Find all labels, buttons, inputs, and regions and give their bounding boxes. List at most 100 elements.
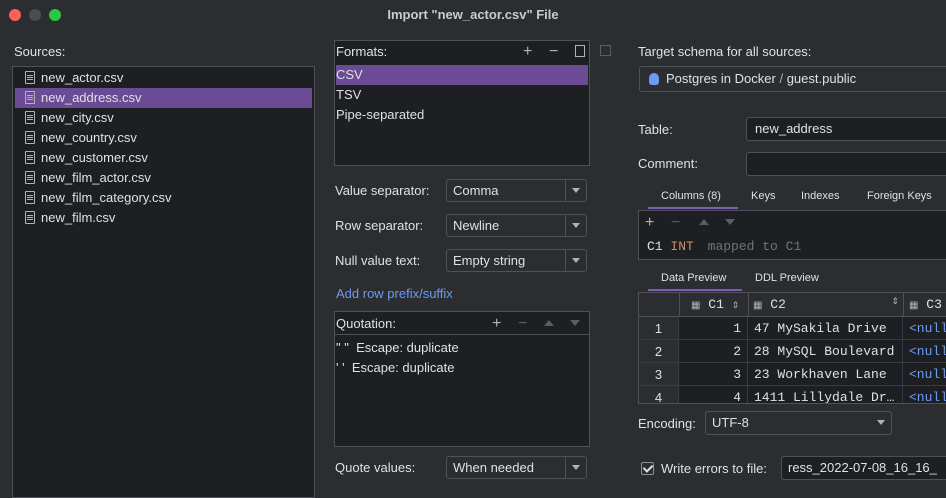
- file-icon: [25, 71, 35, 84]
- quote-values-label: Quote values:: [335, 460, 416, 475]
- row-number: 2: [639, 340, 679, 363]
- remove-icon: −: [671, 214, 681, 231]
- header-c1[interactable]: ▦ C1 ⇕: [691, 297, 739, 312]
- escape-text: Escape: duplicate: [356, 340, 459, 355]
- table-cell[interactable]: 4: [679, 386, 748, 403]
- file-icon: [25, 131, 35, 144]
- sources-list[interactable]: new_actor.csv new_address.csv new_city.csv…: [12, 66, 315, 498]
- value-separator-value: Comma: [453, 183, 499, 198]
- table-cell[interactable]: 2: [679, 340, 748, 363]
- format-item[interactable]: Pipe-separated: [336, 105, 588, 125]
- sources-label: Sources:: [14, 44, 66, 59]
- copy-icon[interactable]: [575, 45, 585, 57]
- value-separator-select[interactable]: Comma: [446, 179, 587, 202]
- source-item[interactable]: new_customer.csv: [15, 148, 312, 168]
- quote-chars: " ": [336, 340, 349, 355]
- table-cell[interactable]: 1: [679, 317, 748, 340]
- row-separator-select[interactable]: Newline: [446, 214, 587, 237]
- row-number: 1: [639, 317, 679, 340]
- comment-input[interactable]: [746, 152, 946, 176]
- schema-name: guest.public: [786, 71, 857, 86]
- remove-icon[interactable]: −: [549, 44, 558, 60]
- format-item[interactable]: TSV: [336, 85, 588, 105]
- tab-data-preview[interactable]: Data Preview: [661, 267, 726, 289]
- table-cell[interactable]: 47 MySakila Drive: [748, 317, 903, 340]
- table-label: Table:: [638, 122, 673, 137]
- file-icon: [25, 191, 35, 204]
- file-icon: [25, 151, 35, 164]
- schema-separator: /: [779, 71, 784, 86]
- source-item-label: new_film_category.csv: [41, 190, 172, 205]
- source-item[interactable]: new_film_category.csv: [15, 188, 312, 208]
- quotation-row[interactable]: " " Escape: duplicate: [336, 340, 459, 355]
- quote-chars: ' ': [336, 360, 345, 375]
- source-item[interactable]: new_actor.csv: [15, 68, 312, 88]
- tab-ddl-preview[interactable]: DDL Preview: [755, 267, 819, 289]
- source-item[interactable]: new_country.csv: [15, 128, 312, 148]
- add-icon[interactable]: +: [523, 44, 532, 60]
- window-title: Import "new_actor.csv" File: [387, 7, 559, 22]
- table-row[interactable]: 1 1 47 MySakila Drive <null: [639, 317, 946, 340]
- chevron-down-icon: [565, 250, 586, 271]
- null-value-select[interactable]: Empty string: [446, 249, 587, 272]
- column-type: INT: [670, 239, 694, 254]
- value-separator-label: Value separator:: [335, 183, 430, 198]
- quote-values-select[interactable]: When needed: [446, 456, 587, 479]
- formats-label: Formats:: [336, 44, 388, 59]
- tab-active-indicator: [648, 289, 742, 291]
- table-row[interactable]: 2 2 28 MySQL Boulevard <null: [639, 340, 946, 363]
- save-icon: [600, 45, 611, 56]
- datasource-name: Postgres in Docker: [666, 71, 776, 86]
- encoding-select[interactable]: UTF-8: [705, 411, 892, 435]
- target-schema-select[interactable]: Postgres in Docker / guest.public: [639, 66, 946, 92]
- source-item[interactable]: new_address.csv: [15, 88, 312, 108]
- file-icon: [25, 91, 35, 104]
- source-item[interactable]: new_film_actor.csv: [15, 168, 312, 188]
- quotation-row[interactable]: ' ' Escape: duplicate: [336, 360, 454, 375]
- tab-foreign-keys[interactable]: Foreign Keys: [867, 185, 932, 207]
- column-icon: ▦: [691, 301, 701, 312]
- tab-indexes[interactable]: Indexes: [801, 185, 840, 207]
- null-value-value: Empty string: [453, 253, 526, 268]
- formats-panel: Formats: + − CSV TSV Pipe-separated: [334, 40, 590, 166]
- table-cell[interactable]: <null: [903, 340, 946, 363]
- add-row-prefix-link[interactable]: Add row prefix/suffix: [336, 286, 453, 301]
- table-cell[interactable]: 23 Workhaven Lane: [748, 363, 903, 386]
- source-item-label: new_film.csv: [41, 210, 116, 225]
- column-row[interactable]: C1 INT mapped to C1: [647, 239, 801, 254]
- null-value-label: Null value text:: [335, 253, 421, 268]
- source-item-label: new_actor.csv: [41, 70, 124, 85]
- header-label: C1: [708, 297, 724, 312]
- add-icon[interactable]: +: [645, 215, 654, 231]
- tab-columns[interactable]: Columns (8): [661, 185, 721, 207]
- write-errors-checkbox[interactable]: [641, 462, 654, 475]
- file-icon: [25, 111, 35, 124]
- error-file-input[interactable]: ress_2022-07-08_16_16_: [781, 456, 946, 480]
- table-cell[interactable]: <null: [903, 363, 946, 386]
- row-number: 3: [639, 363, 679, 386]
- table-row[interactable]: 4 4 1411 Lillydale Dr… <null: [639, 386, 946, 403]
- encoding-label: Encoding:: [638, 416, 696, 431]
- table-cell[interactable]: <null: [903, 317, 946, 340]
- table-cell[interactable]: 28 MySQL Boulevard: [748, 340, 903, 363]
- format-item[interactable]: CSV: [336, 65, 588, 85]
- source-item[interactable]: new_city.csv: [15, 108, 312, 128]
- table-name-input[interactable]: new_address: [746, 117, 946, 141]
- chevron-down-icon: [871, 412, 891, 433]
- table-cell[interactable]: 3: [679, 363, 748, 386]
- source-item-label: new_customer.csv: [41, 150, 148, 165]
- sort-icon: ⇕: [731, 301, 740, 311]
- chevron-down-icon: [565, 215, 586, 236]
- header-c2[interactable]: ▦ C2 ⇕: [753, 297, 899, 312]
- row-separator-value: Newline: [453, 218, 500, 233]
- table-cell[interactable]: <null: [903, 386, 946, 403]
- header-c3[interactable]: ▦ C3: [909, 297, 942, 312]
- table-cell[interactable]: 1411 Lillydale Dr…: [748, 386, 903, 403]
- tab-keys[interactable]: Keys: [751, 185, 775, 207]
- source-item-label: new_film_actor.csv: [41, 170, 151, 185]
- source-item[interactable]: new_film.csv: [15, 208, 312, 228]
- chevron-down-icon: [565, 457, 586, 478]
- table-row[interactable]: 3 3 23 Workhaven Lane <null: [639, 363, 946, 386]
- escape-text: Escape: duplicate: [351, 360, 455, 375]
- checkmark-icon: [642, 462, 654, 473]
